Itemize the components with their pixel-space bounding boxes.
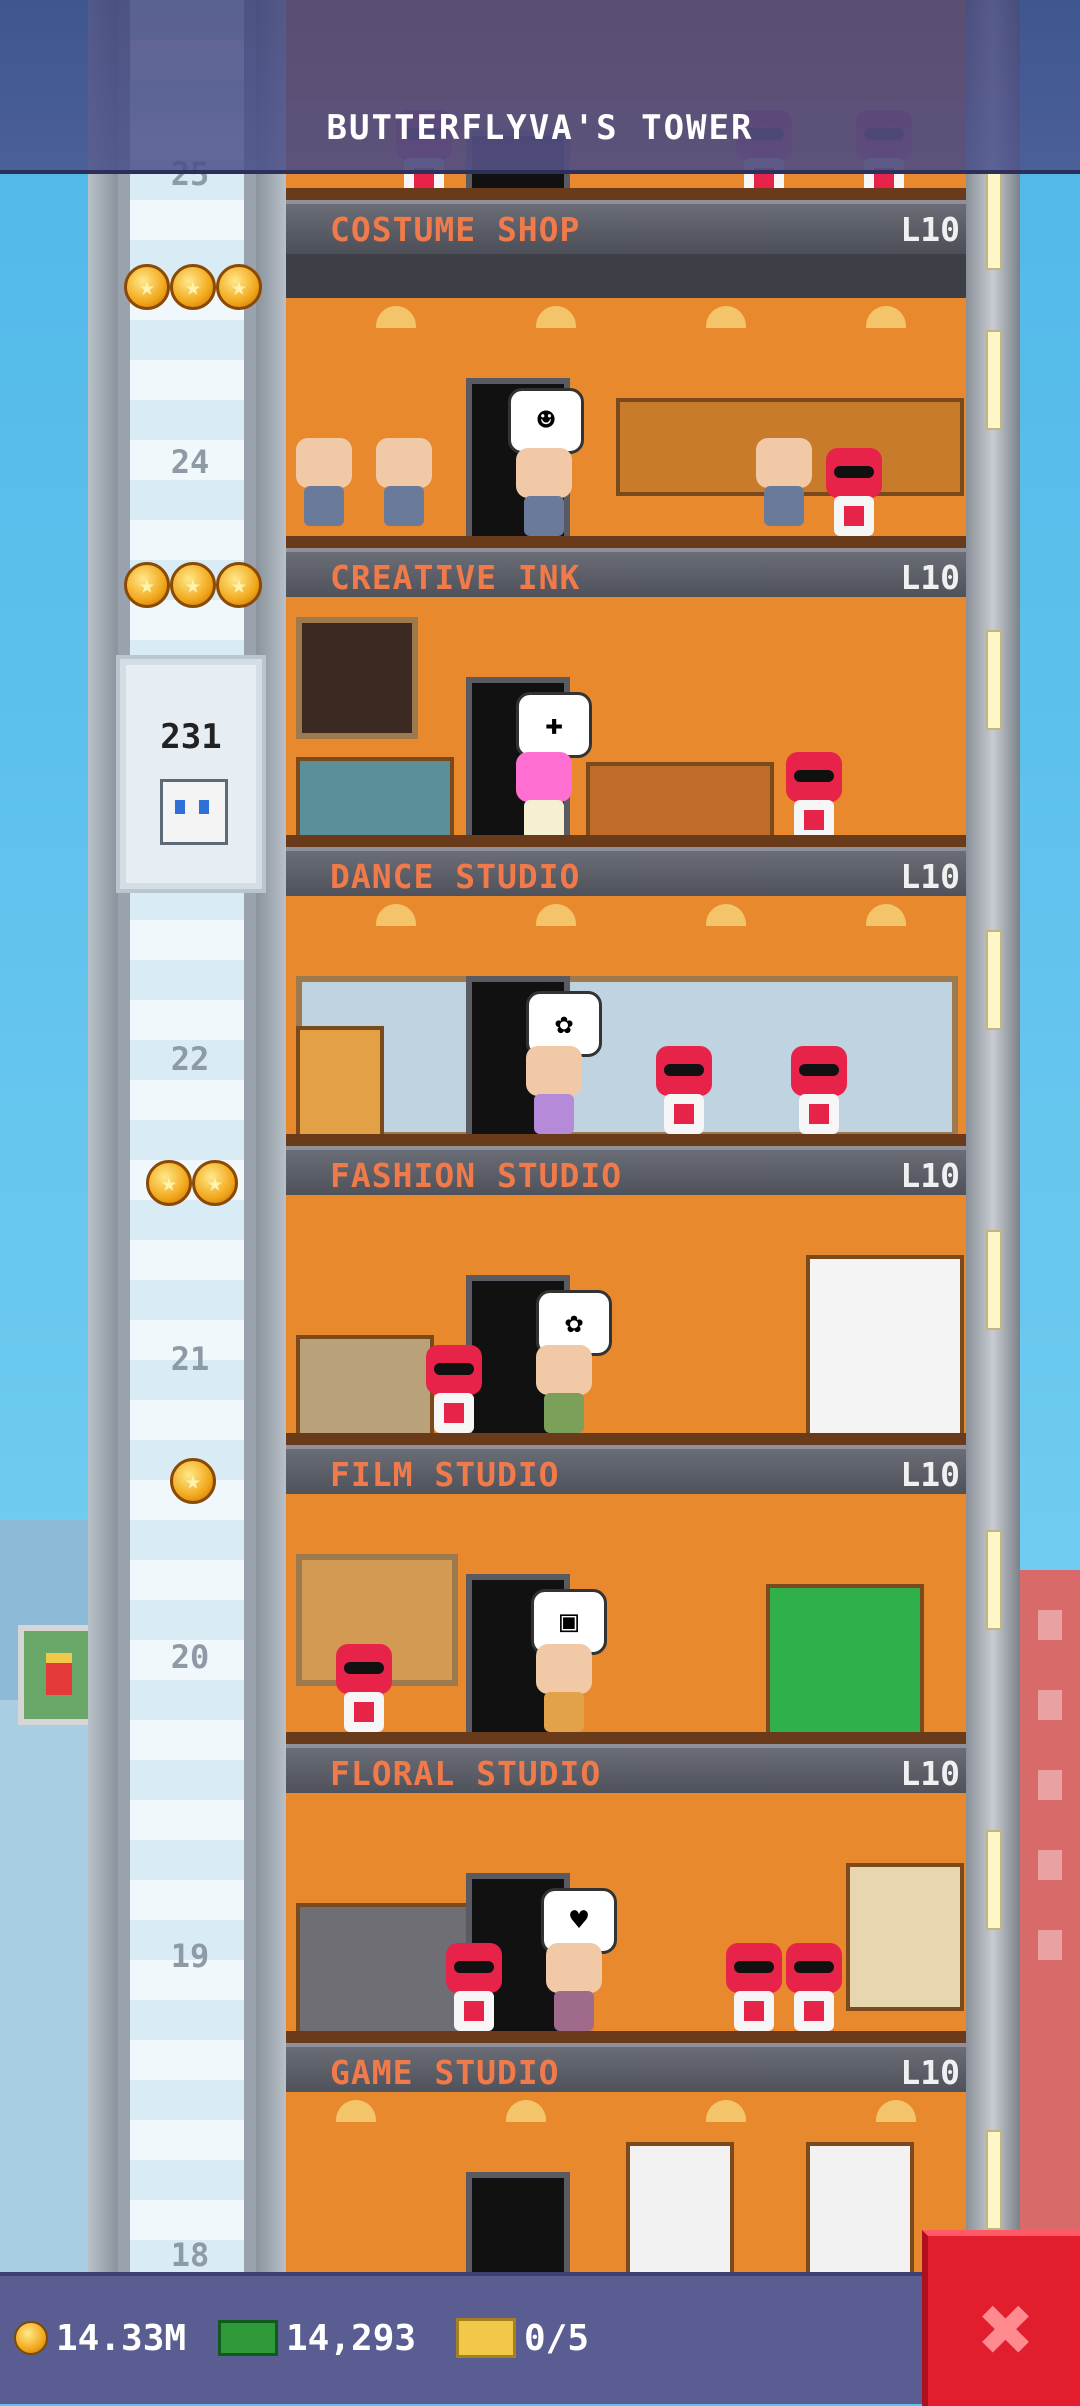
star-icon: ★ <box>216 264 262 310</box>
floor-level: L10 <box>900 1754 960 1793</box>
bux-icon <box>218 2320 278 2356</box>
floor-20[interactable]: ▣ FLORAL STUDIO L10 <box>286 1494 966 1798</box>
floor-level: L10 <box>900 210 960 249</box>
floor-level: L10 <box>900 1455 960 1494</box>
star-icon: ★ <box>192 1160 238 1206</box>
floor-name: FILM STUDIO <box>330 1455 560 1494</box>
star-icon: ★ <box>170 562 216 608</box>
floor-number-label: 22 <box>170 1040 210 1078</box>
elevator-passenger-count: 231 <box>160 717 222 757</box>
bux-value: 14,293 <box>286 2317 417 2359</box>
star-icon: ★ <box>146 1160 192 1206</box>
coin-icon <box>14 2321 48 2355</box>
coins-display[interactable]: 14.33M <box>14 2314 186 2362</box>
star-icon: ★ <box>170 1458 216 1504</box>
coins-value: 14.33M <box>56 2317 187 2359</box>
floor-number-label: 21 <box>170 1340 210 1378</box>
floor-number-label: 24 <box>170 443 210 481</box>
elevator-car[interactable]: 231 <box>116 655 266 893</box>
thought-bubble[interactable]: ✚ <box>516 692 592 758</box>
floor-24[interactable]: ☻ CREATIVE INK L10 <box>286 298 966 602</box>
floor-name: DANCE STUDIO <box>330 857 581 896</box>
close-icon: ✖ <box>979 2276 1035 2383</box>
floor-number-label: 18 <box>170 2236 210 2274</box>
floor-22[interactable]: ✿ FASHION STUDIO L10 <box>286 896 966 1200</box>
floor-19[interactable]: ♥ GAME STUDIO L10 <box>286 1793 966 2097</box>
floor-23[interactable]: ✚ DANCE STUDIO L10 <box>286 597 966 901</box>
floor-level: L10 <box>900 1156 960 1195</box>
floor-21[interactable]: ✿ FILM STUDIO L10 <box>286 1195 966 1499</box>
title-bar: BUTTERFLYVA'S TOWER <box>0 0 1080 174</box>
floor-name: FLORAL STUDIO <box>330 1754 602 1793</box>
fries-icon <box>46 1653 72 1695</box>
floor-name: COSTUME SHOP <box>330 210 581 249</box>
star-icon: ★ <box>124 562 170 608</box>
tower-title: BUTTERFLYVA'S TOWER <box>326 108 754 148</box>
elevator-bot-icon <box>160 779 228 845</box>
tower-pillar <box>966 0 1020 2280</box>
close-button[interactable]: ✖ <box>922 2230 1080 2406</box>
floor-name: FASHION STUDIO <box>330 1156 623 1195</box>
floor-level: L10 <box>900 558 960 597</box>
bux-display[interactable]: 14,293 <box>218 2314 416 2362</box>
floor-name: GAME STUDIO <box>330 2053 560 2092</box>
floor-number-label: 19 <box>170 1937 210 1975</box>
floor-number-label: 20 <box>170 1638 210 1676</box>
star-icon: ★ <box>216 562 262 608</box>
ticket-icon <box>456 2318 516 2358</box>
floor-level: L10 <box>900 857 960 896</box>
resource-bar: 14.33M 14,293 0/5 <box>0 2272 1080 2404</box>
floor-name: CREATIVE INK <box>330 558 581 597</box>
tickets-display[interactable]: 0/5 <box>456 2314 589 2362</box>
tickets-value: 0/5 <box>524 2317 590 2359</box>
star-icon: ★ <box>170 264 216 310</box>
star-icon: ★ <box>124 264 170 310</box>
floor-level: L10 <box>900 2053 960 2092</box>
thought-bubble[interactable]: ☻ <box>508 388 584 454</box>
